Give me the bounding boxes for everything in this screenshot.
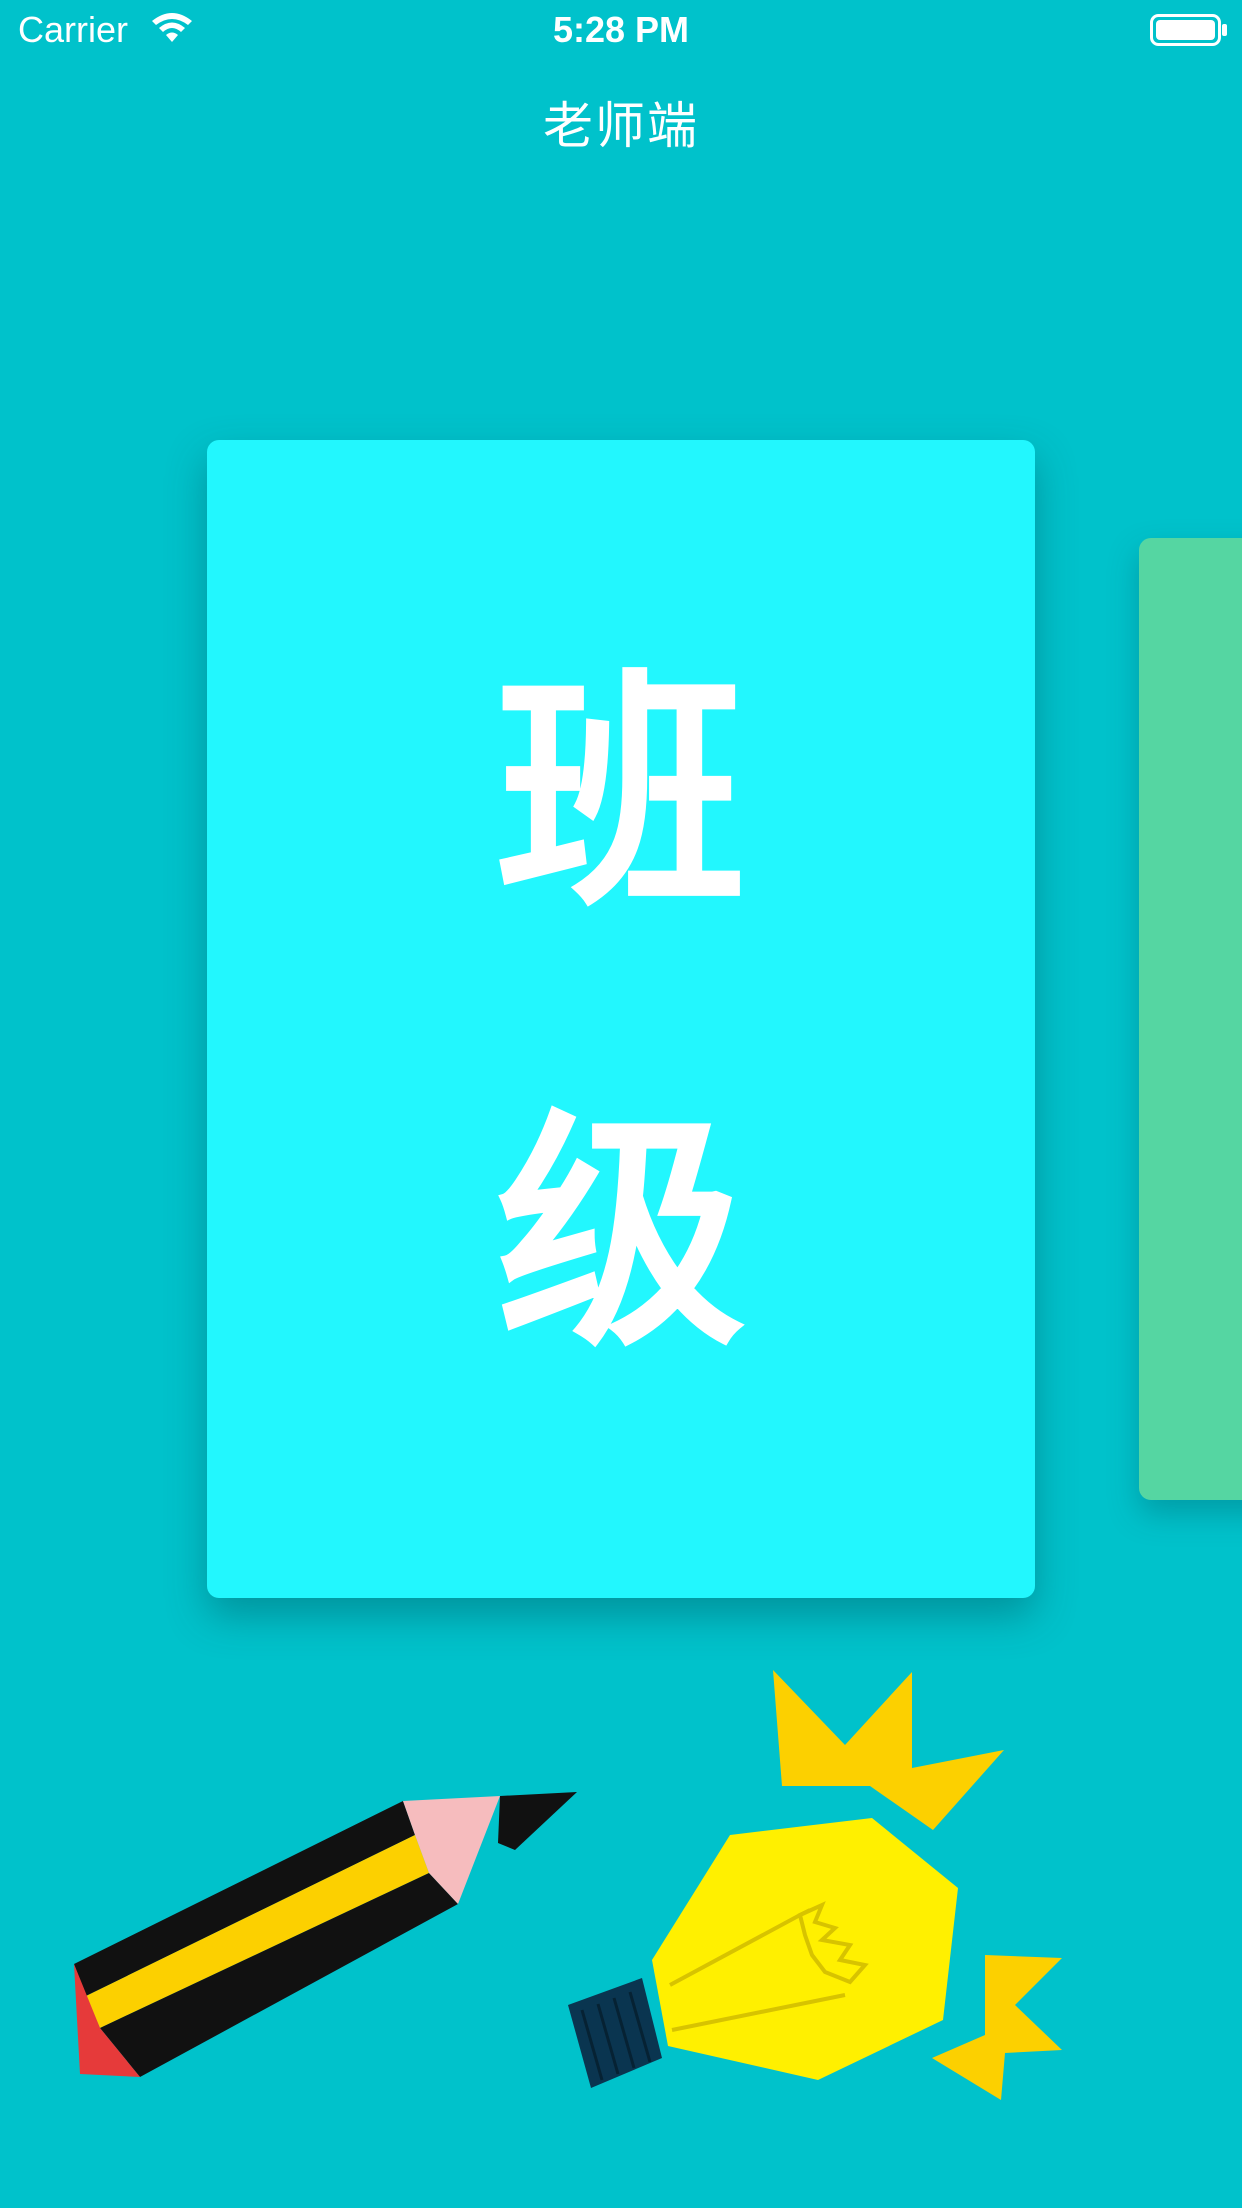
class-card[interactable]: 班 级 — [207, 440, 1035, 1598]
lightbulb-icon — [568, 1670, 1062, 2100]
card-title-char-1: 班 — [496, 649, 746, 940]
next-card[interactable] — [1139, 538, 1242, 1500]
card-title-char-2: 级 — [496, 1089, 746, 1380]
pencil-icon — [74, 1792, 577, 2077]
page-title: 老师端 — [543, 98, 699, 154]
status-bar: Carrier 5:28 PM — [0, 0, 1242, 62]
status-time: 5:28 PM — [552, 9, 690, 50]
battery-icon — [1150, 14, 1227, 46]
